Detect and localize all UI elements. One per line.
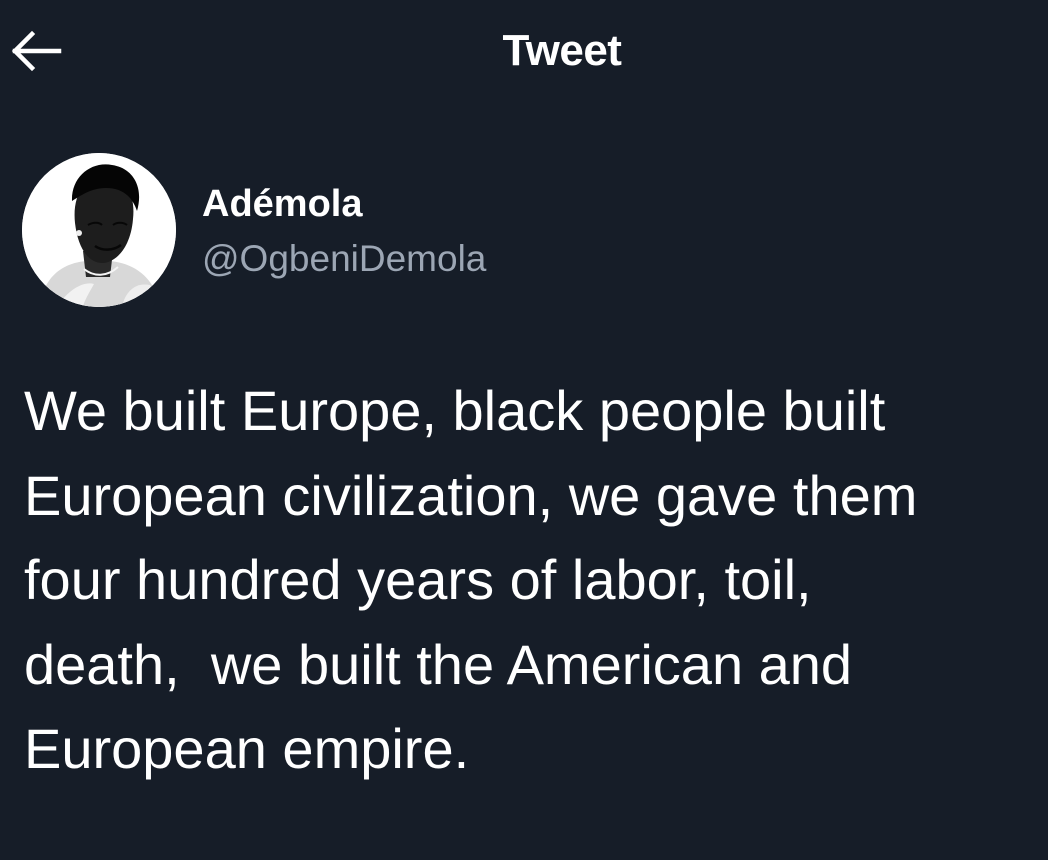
page-title: Tweet <box>502 26 622 75</box>
author-handle[interactable]: @OgbeniDemola <box>202 237 486 281</box>
tweet-text-line: We built Europe, black people built <box>24 379 886 442</box>
tweet-text-line: four hundred years of labor, toil, <box>24 548 812 611</box>
avatar[interactable] <box>22 153 176 307</box>
tweet-author: Adémola @OgbeniDemola <box>0 150 1048 312</box>
tweet-text-line: European empire. <box>24 717 470 780</box>
author-display-name[interactable]: Adémola <box>202 182 362 226</box>
tweet-text: We built Europe, black people built Euro… <box>24 369 1024 792</box>
tweet-text-line: death, we built the American and <box>24 632 853 696</box>
tweet-text-line: European civilization, we gave them <box>24 463 918 527</box>
top-bar: Tweet <box>0 0 1048 104</box>
